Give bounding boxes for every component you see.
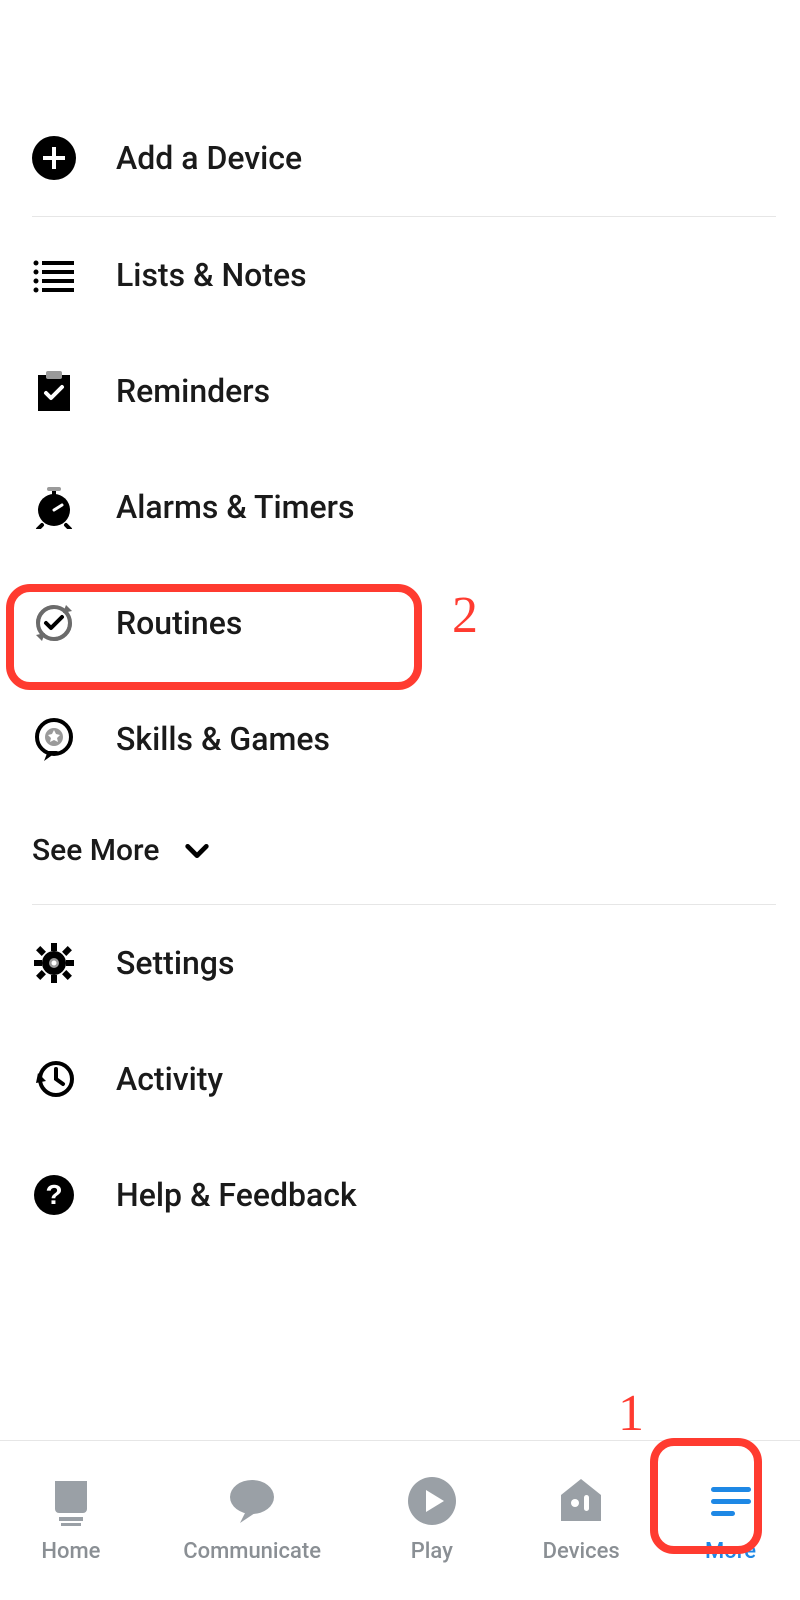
more-menu-icon: [703, 1473, 759, 1529]
menu-item-label: Skills & Games: [116, 720, 330, 758]
menu-item-label: Routines: [116, 604, 242, 642]
tab-home[interactable]: Home: [41, 1473, 100, 1564]
alarm-clock-icon: [32, 485, 76, 529]
see-more-label: See More: [32, 833, 159, 868]
tab-label: Communicate: [183, 1539, 321, 1564]
plus-circle-icon: [32, 136, 76, 180]
tab-label: More: [705, 1539, 756, 1564]
tab-play[interactable]: Play: [404, 1473, 460, 1564]
clipboard-check-icon: [32, 369, 76, 413]
menu-item-add-device[interactable]: Add a Device: [0, 100, 800, 216]
question-circle-icon: ?: [32, 1173, 76, 1217]
menu-item-label: Alarms & Timers: [116, 488, 354, 526]
menu-item-label: Lists & Notes: [116, 256, 307, 294]
bottom-tab-bar: Home Communicate Play: [0, 1440, 800, 1600]
chevron-down-icon: [183, 837, 211, 865]
history-icon: [32, 1057, 76, 1101]
menu-item-reminders[interactable]: Reminders: [0, 333, 800, 449]
tab-label: Play: [411, 1539, 453, 1564]
menu-item-label: Reminders: [116, 372, 270, 410]
tab-devices[interactable]: Devices: [543, 1473, 620, 1564]
menu-item-lists-notes[interactable]: Lists & Notes: [0, 217, 800, 333]
menu-item-routines[interactable]: Routines: [0, 565, 800, 681]
tab-label: Home: [41, 1539, 100, 1564]
menu-item-alarms-timers[interactable]: Alarms & Timers: [0, 449, 800, 565]
gear-icon: [32, 941, 76, 985]
speech-star-icon: [32, 717, 76, 761]
menu-item-label: Activity: [116, 1060, 223, 1098]
play-circle-icon: [404, 1473, 460, 1529]
tab-more[interactable]: More: [703, 1473, 759, 1564]
menu-item-skills-games[interactable]: Skills & Games: [0, 681, 800, 797]
menu-item-label: Settings: [116, 944, 234, 982]
devices-icon: [553, 1473, 609, 1529]
refresh-check-icon: [32, 601, 76, 645]
chat-bubble-icon: [224, 1473, 280, 1529]
menu-item-label: Add a Device: [116, 139, 302, 177]
list-icon: [32, 253, 76, 297]
menu-item-activity[interactable]: Activity: [0, 1021, 800, 1137]
see-more-toggle[interactable]: See More: [0, 797, 800, 904]
menu-item-label: Help & Feedback: [116, 1176, 357, 1214]
tab-communicate[interactable]: Communicate: [183, 1473, 321, 1564]
menu-item-settings[interactable]: Settings: [0, 905, 800, 1021]
home-icon: [43, 1473, 99, 1529]
svg-text:?: ?: [45, 1179, 62, 1210]
tab-label: Devices: [543, 1539, 620, 1564]
menu-item-help-feedback[interactable]: ? Help & Feedback: [0, 1137, 800, 1253]
